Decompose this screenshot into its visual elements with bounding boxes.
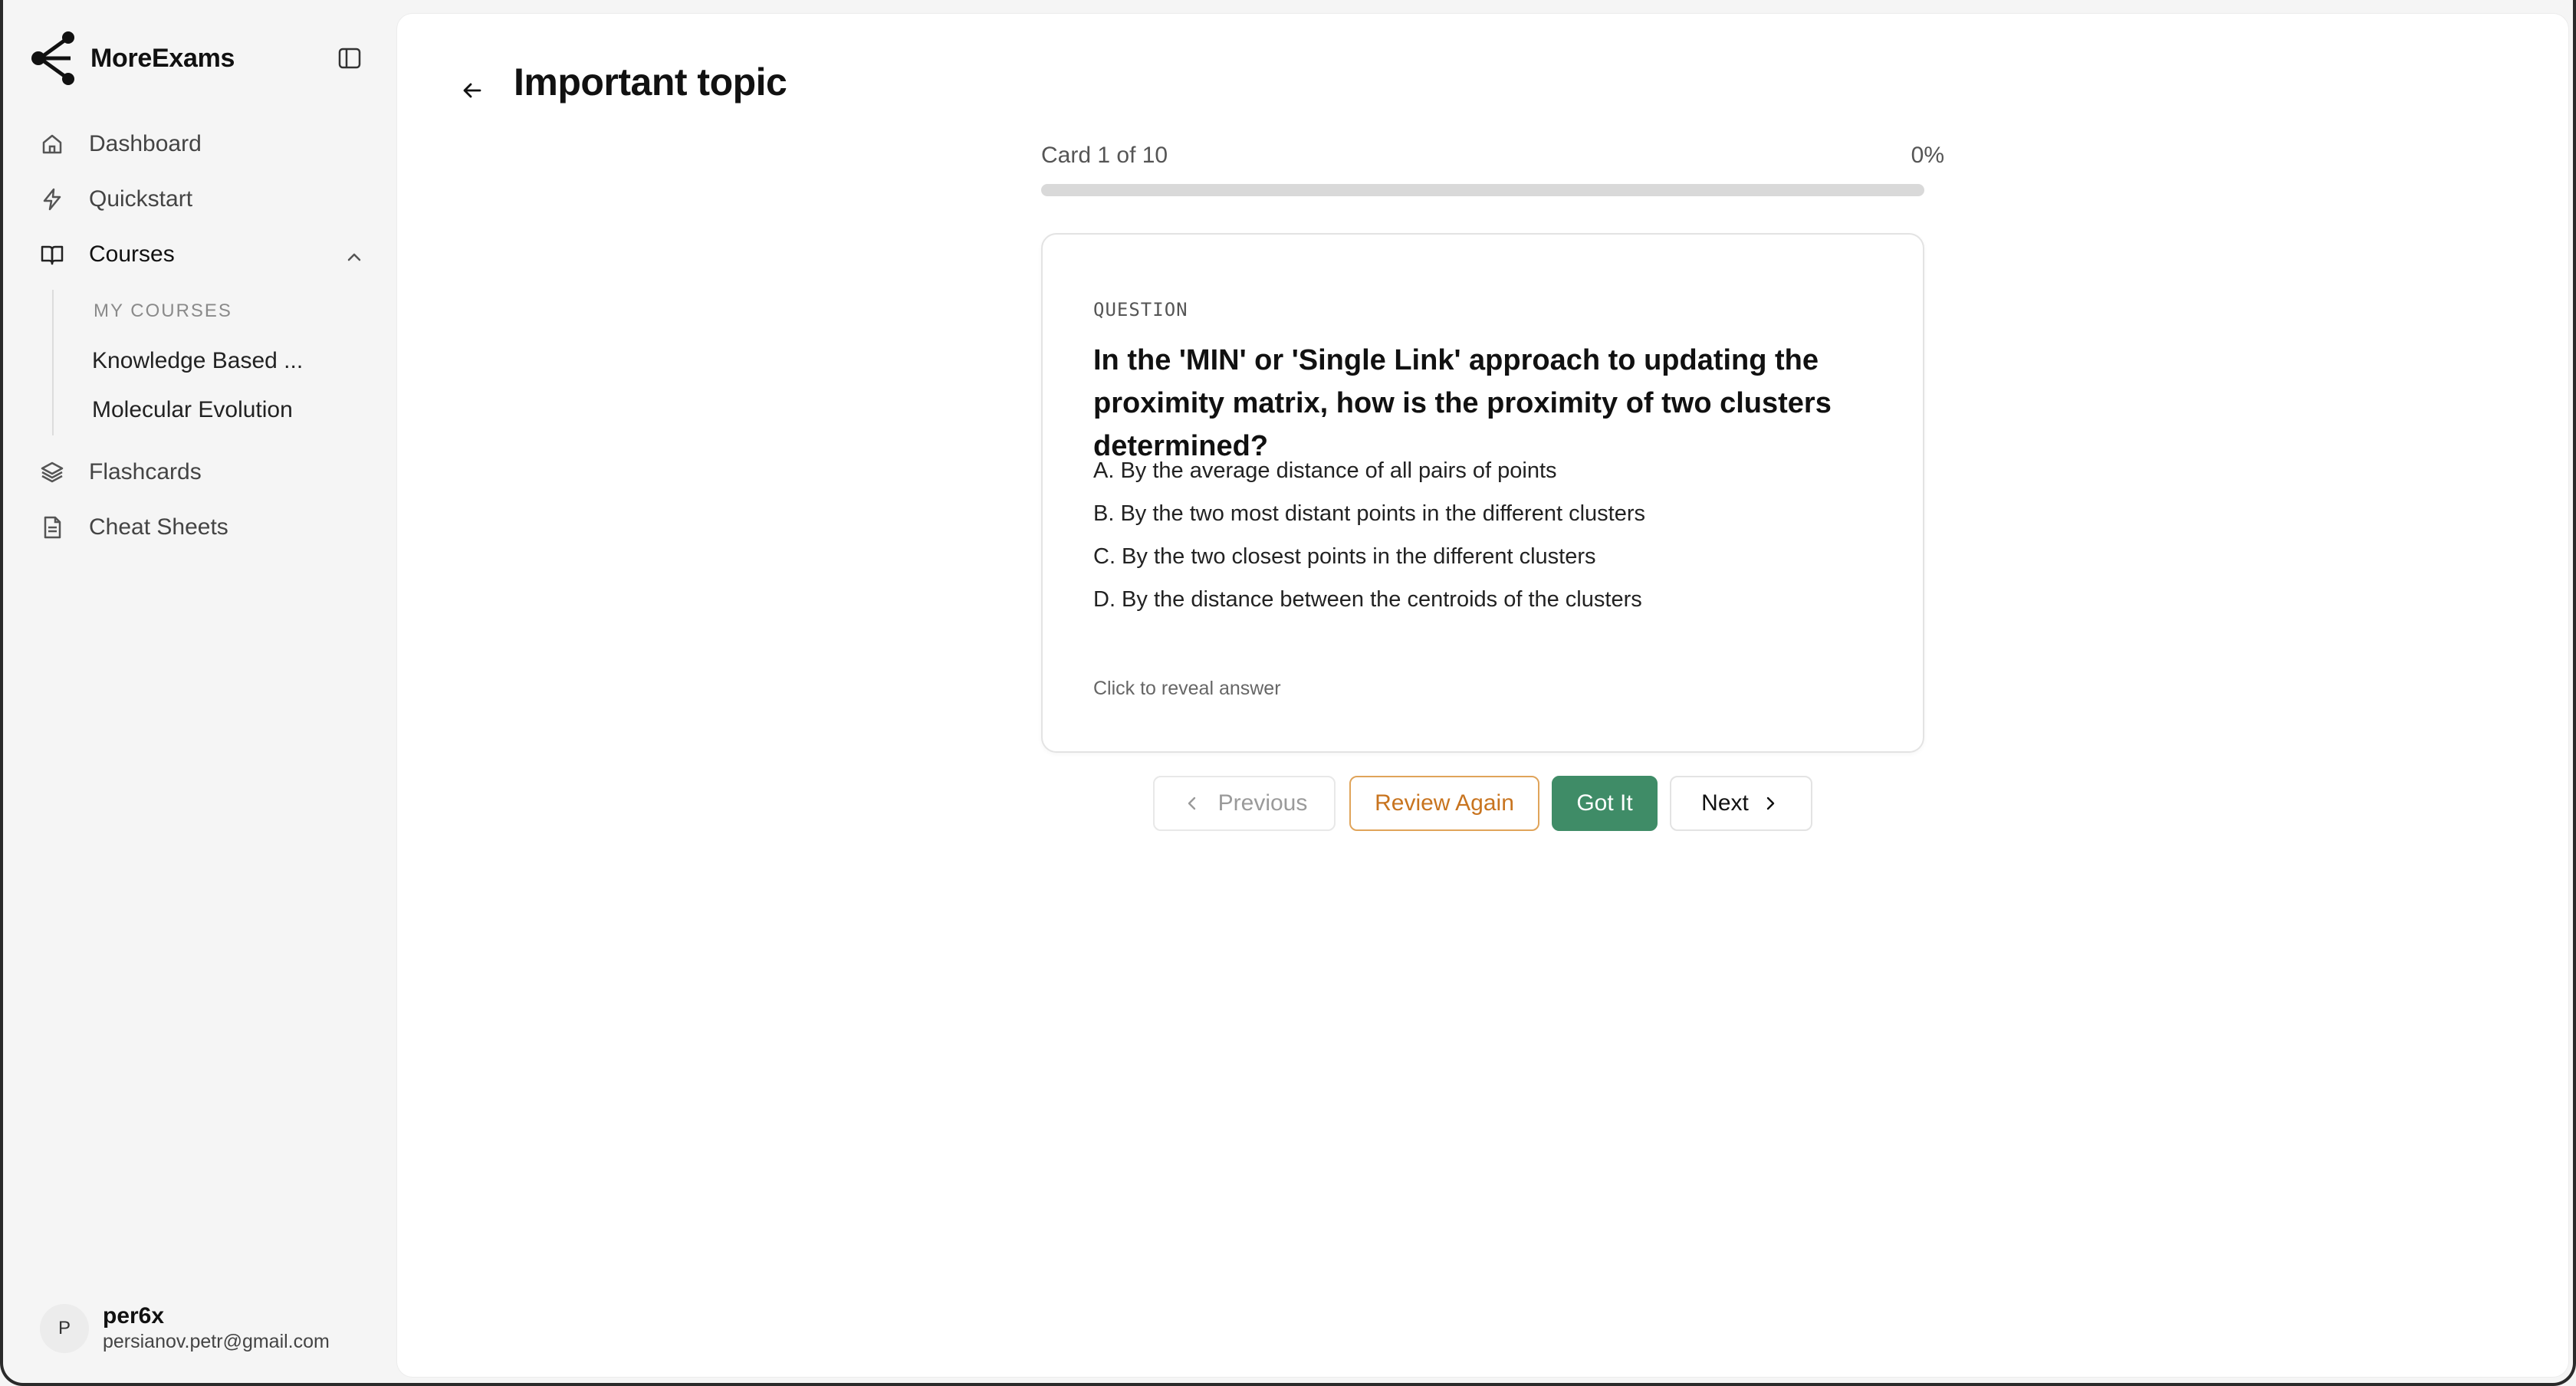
answer-option: C. By the two closest points in the diff…	[1093, 544, 1596, 569]
sidebar-toggle-icon[interactable]	[334, 43, 365, 74]
course-item[interactable]: Molecular Evolution	[92, 397, 293, 423]
reveal-hint: Click to reveal answer	[1093, 678, 1281, 699]
avatar: P	[40, 1304, 89, 1353]
sidebar-item-label: Flashcards	[89, 459, 202, 484]
brand[interactable]: MoreExams	[28, 31, 235, 86]
answer-option: B. By the two most distant points in the…	[1093, 501, 1645, 526]
layers-icon	[37, 457, 67, 488]
question-label: QUESTION	[1093, 299, 1188, 320]
document-icon	[37, 512, 67, 543]
flashcard[interactable]: QUESTION In the 'MIN' or 'Single Link' a…	[1041, 233, 1924, 753]
previous-label: Previous	[1217, 790, 1308, 816]
chevron-left-icon	[1181, 793, 1203, 814]
page-title: Important topic	[514, 61, 787, 103]
course-item[interactable]: Knowledge Based ...	[92, 348, 303, 374]
app-window: MoreExams Dashboard Quickstart Courses M…	[0, 0, 2576, 1386]
book-open-icon	[37, 239, 67, 270]
progress-bar	[1041, 184, 1924, 196]
sidebar-item-flashcards[interactable]: Flashcards	[37, 452, 202, 492]
share-nodes-logo-icon	[31, 31, 74, 85]
review-again-button[interactable]: Review Again	[1349, 776, 1539, 831]
sidebar-item-label: Dashboard	[89, 131, 202, 156]
user-email: persianov.petr@gmail.com	[103, 1331, 330, 1352]
answer-option: D. By the distance between the centroids…	[1093, 587, 1642, 612]
question-text: In the 'MIN' or 'Single Link' approach t…	[1093, 344, 1832, 462]
courses-subtree-rail	[52, 290, 54, 435]
chevron-up-icon[interactable]	[339, 242, 370, 273]
answer-option: A. By the average distance of all pairs …	[1093, 458, 1557, 483]
sidebar: MoreExams Dashboard Quickstart Courses M…	[3, 0, 396, 1383]
home-icon	[37, 129, 67, 159]
chevron-right-icon	[1760, 793, 1781, 814]
user-profile[interactable]: P per6x persianov.petr@gmail.com	[40, 1303, 330, 1354]
sidebar-item-quickstart[interactable]: Quickstart	[37, 179, 192, 219]
sidebar-item-cheat-sheets[interactable]: Cheat Sheets	[37, 507, 228, 547]
sidebar-item-courses[interactable]: Courses	[37, 235, 175, 274]
user-info: per6x persianov.petr@gmail.com	[103, 1303, 330, 1354]
sidebar-item-dashboard[interactable]: Dashboard	[37, 124, 202, 164]
card-counter: Card 1 of 10	[1041, 143, 1168, 168]
next-label: Next	[1701, 790, 1749, 816]
sidebar-item-label: Cheat Sheets	[89, 514, 228, 540]
back-arrow-icon[interactable]	[443, 61, 501, 120]
user-name: per6x	[103, 1303, 165, 1329]
next-button[interactable]: Next	[1670, 776, 1812, 831]
previous-button[interactable]: Previous	[1153, 776, 1336, 831]
got-it-button[interactable]: Got It	[1552, 776, 1658, 831]
app-name: MoreExams	[90, 43, 235, 73]
my-courses-heading: MY COURSES	[94, 301, 232, 321]
progress-percent: 0%	[1911, 143, 1944, 168]
lightning-icon	[37, 184, 67, 215]
sidebar-item-label: Quickstart	[89, 186, 193, 212]
sidebar-item-label: Courses	[89, 241, 175, 267]
main-panel: Important topic Card 1 of 10 0% QUESTION…	[397, 14, 2568, 1377]
